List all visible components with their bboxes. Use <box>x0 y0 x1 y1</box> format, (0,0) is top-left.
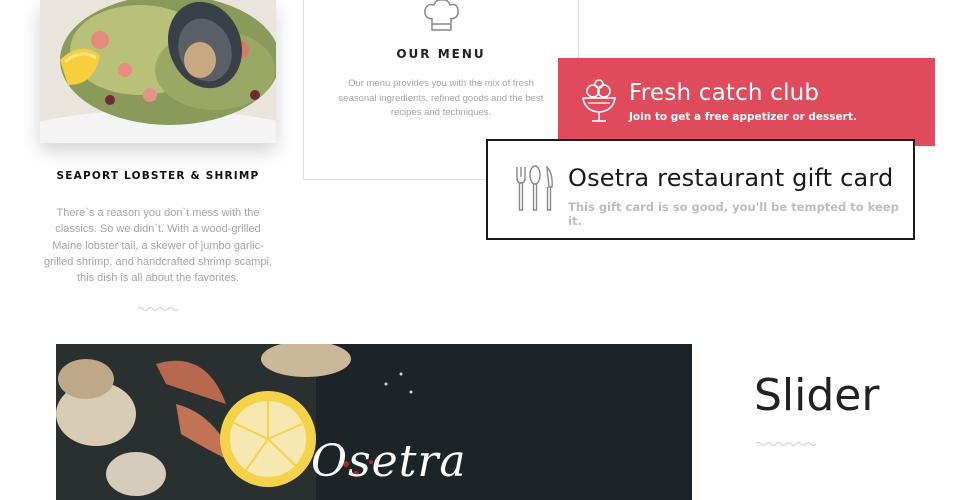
slider-heading: Slider <box>754 370 880 421</box>
osetra-logo-script: Osetra <box>311 436 467 487</box>
slider-wave-divider <box>756 442 817 446</box>
cutlery-icon <box>516 165 553 211</box>
club-title: Fresh catch club <box>629 80 820 106</box>
club-subtitle: Join to get a free appetizer or dessert. <box>629 111 857 123</box>
menu-title: OUR MENU <box>396 47 486 61</box>
gift-card-box[interactable]: Osetra restaurant gift card This gift ca… <box>486 139 915 240</box>
dish-photo[interactable] <box>40 0 276 143</box>
fresh-catch-club-banner[interactable]: Fresh catch club Join to get a free appe… <box>558 58 935 146</box>
seafood-salad-image <box>40 0 276 143</box>
dish-description: There`s a reason you don`t mess with the… <box>43 207 273 285</box>
wave-divider <box>138 307 178 311</box>
gift-card-title: Osetra restaurant gift card <box>568 164 894 192</box>
ice-cream-cup-icon <box>582 79 616 122</box>
slider-image[interactable]: Osetra <box>56 344 692 500</box>
dish-title[interactable]: SEAPORT LOBSTER & SHRIMP <box>40 170 276 182</box>
menu-description: Our menu provides you with the mix of fr… <box>338 78 544 118</box>
chef-hat-icon <box>424 0 459 31</box>
gift-card-subtitle: This gift card is so good, you'll be tem… <box>568 200 899 228</box>
